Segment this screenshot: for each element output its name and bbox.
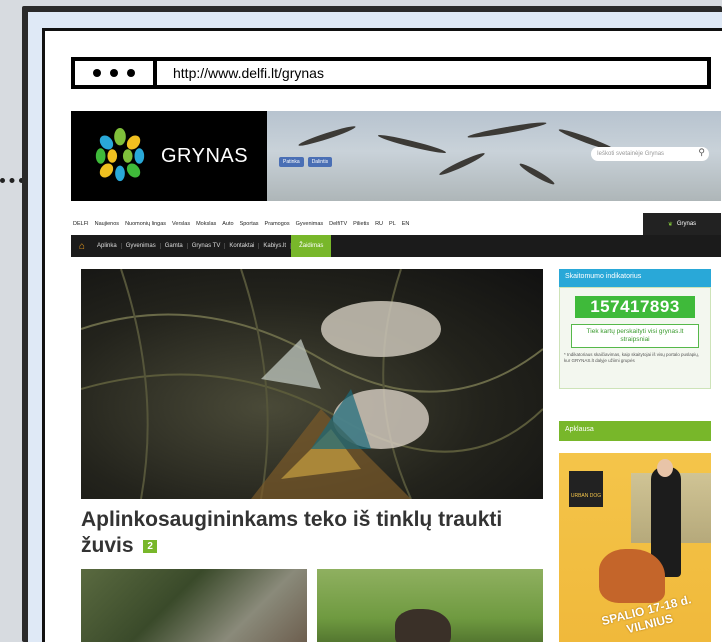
counter-note: * Indikatoriaus skaičiavimas, kaip skait… xyxy=(564,352,700,363)
face-image xyxy=(657,459,673,477)
tab-grynas-label: Grynas xyxy=(676,221,697,227)
secnav-item-grynas-tv[interactable]: Grynas TV xyxy=(188,243,226,249)
search-input[interactable]: Ieškoti svetainėje Grynas xyxy=(591,147,709,161)
topnav-item[interactable]: Pilietis xyxy=(353,221,369,227)
home-icon[interactable]: ⌂ xyxy=(71,241,93,252)
leaf-icon: ❦ xyxy=(667,221,673,228)
bird-shape xyxy=(518,161,556,187)
secnav-item-gamta[interactable]: Gamta xyxy=(161,243,188,249)
topnav-item[interactable]: Gyvenimas xyxy=(296,221,324,227)
secnav-item-gyvenimas[interactable]: Gyvenimas xyxy=(122,243,161,249)
topnav-item[interactable]: DELFI xyxy=(73,221,89,227)
sidebar: Skaitomumo indikatorius 157417893 Tiek k… xyxy=(559,269,711,642)
hero-image[interactable] xyxy=(81,269,543,499)
topnav-item[interactable]: Verslas xyxy=(172,221,190,227)
ad-logo: URBAN DOG xyxy=(569,471,603,507)
counter-title: Skaitomumo indikatorius xyxy=(559,269,711,287)
like-button[interactable]: Patinka xyxy=(279,157,304,167)
secnav-item-kabiys[interactable]: Kabiys.lt xyxy=(259,243,292,249)
topnav-item[interactable]: Mokslas xyxy=(196,221,216,227)
browser-viewport: http://www.delfi.lt/grynas GRYNAS Patink… xyxy=(42,28,722,642)
bird-shape xyxy=(467,120,547,140)
logo-text: GRYNAS xyxy=(161,144,249,167)
boar-image xyxy=(395,609,451,642)
topnav-item[interactable]: Auto xyxy=(222,221,233,227)
counter-widget: 157417893 Tiek kartų perskaityti visi gr… xyxy=(559,287,711,389)
top-navigation: DELFI Naujienos Nuomonių lingas Verslas … xyxy=(71,213,721,235)
counter-caption: Tiek kartų perskaityti visi grynas.lt st… xyxy=(571,324,699,348)
topnav-item[interactable]: Pramogos xyxy=(265,221,290,227)
secnav-item-aplinka[interactable]: Aplinka xyxy=(93,243,122,249)
bird-shape xyxy=(377,132,447,156)
dot-icon xyxy=(93,69,101,77)
read-counter: 157417893 xyxy=(575,296,695,318)
comment-count-badge[interactable]: 2 xyxy=(143,539,157,553)
section-navigation: ⌂ Aplinka Gyvenimas Gamta Grynas TV Kont… xyxy=(71,235,721,257)
article-thumbnail[interactable] xyxy=(317,569,543,642)
topnav-item-pl[interactable]: PL xyxy=(389,221,396,227)
advertisement-banner[interactable]: URBAN DOG SPALIO 17-18 d. VILNIUS xyxy=(559,453,711,642)
topnav-item-ru[interactable]: RU xyxy=(375,221,383,227)
poll-title[interactable]: Apklausa xyxy=(559,421,711,441)
article-thumbnail[interactable] xyxy=(81,569,307,642)
tab-grynas[interactable]: ❦ Grynas xyxy=(643,213,721,235)
topnav-item[interactable]: Naujienos xyxy=(95,221,119,227)
dog-image xyxy=(599,549,665,603)
connector-dash xyxy=(0,178,24,184)
site-header: GRYNAS Patinka Dalintis Ieškoti svetainė… xyxy=(71,111,721,201)
header-banner: Patinka Dalintis Ieškoti svetainėje Gryn… xyxy=(267,111,721,201)
dot-icon xyxy=(110,69,118,77)
social-buttons: Patinka Dalintis xyxy=(279,157,333,167)
share-button[interactable]: Dalintis xyxy=(307,157,333,167)
topnav-item-en[interactable]: EN xyxy=(402,221,410,227)
website: GRYNAS Patinka Dalintis Ieškoti svetainė… xyxy=(71,111,721,642)
bird-shape xyxy=(297,123,357,149)
search-icon[interactable]: ⚲ xyxy=(698,147,705,158)
url-text[interactable]: http://www.delfi.lt/grynas xyxy=(157,61,707,85)
topnav-item[interactable]: DelfiTV xyxy=(329,221,347,227)
bird-shape xyxy=(438,150,486,178)
article-headline[interactable]: Aplinkosaugininkams teko iš tinklų trauk… xyxy=(81,507,551,559)
address-bar[interactable]: http://www.delfi.lt/grynas xyxy=(71,57,711,89)
site-logo[interactable]: GRYNAS xyxy=(71,111,267,201)
fishing-net-image xyxy=(81,269,543,499)
topnav-item[interactable]: Nuomonių lingas xyxy=(125,221,166,227)
leaf-logo-icon xyxy=(95,127,145,182)
secnav-item-kontaktai[interactable]: Kontaktai xyxy=(225,243,260,249)
dot-icon xyxy=(127,69,135,77)
window-controls[interactable] xyxy=(75,61,157,85)
secnav-item-zaidimas[interactable]: Žaidimas xyxy=(291,235,332,257)
topnav-item[interactable]: Sportas xyxy=(240,221,259,227)
